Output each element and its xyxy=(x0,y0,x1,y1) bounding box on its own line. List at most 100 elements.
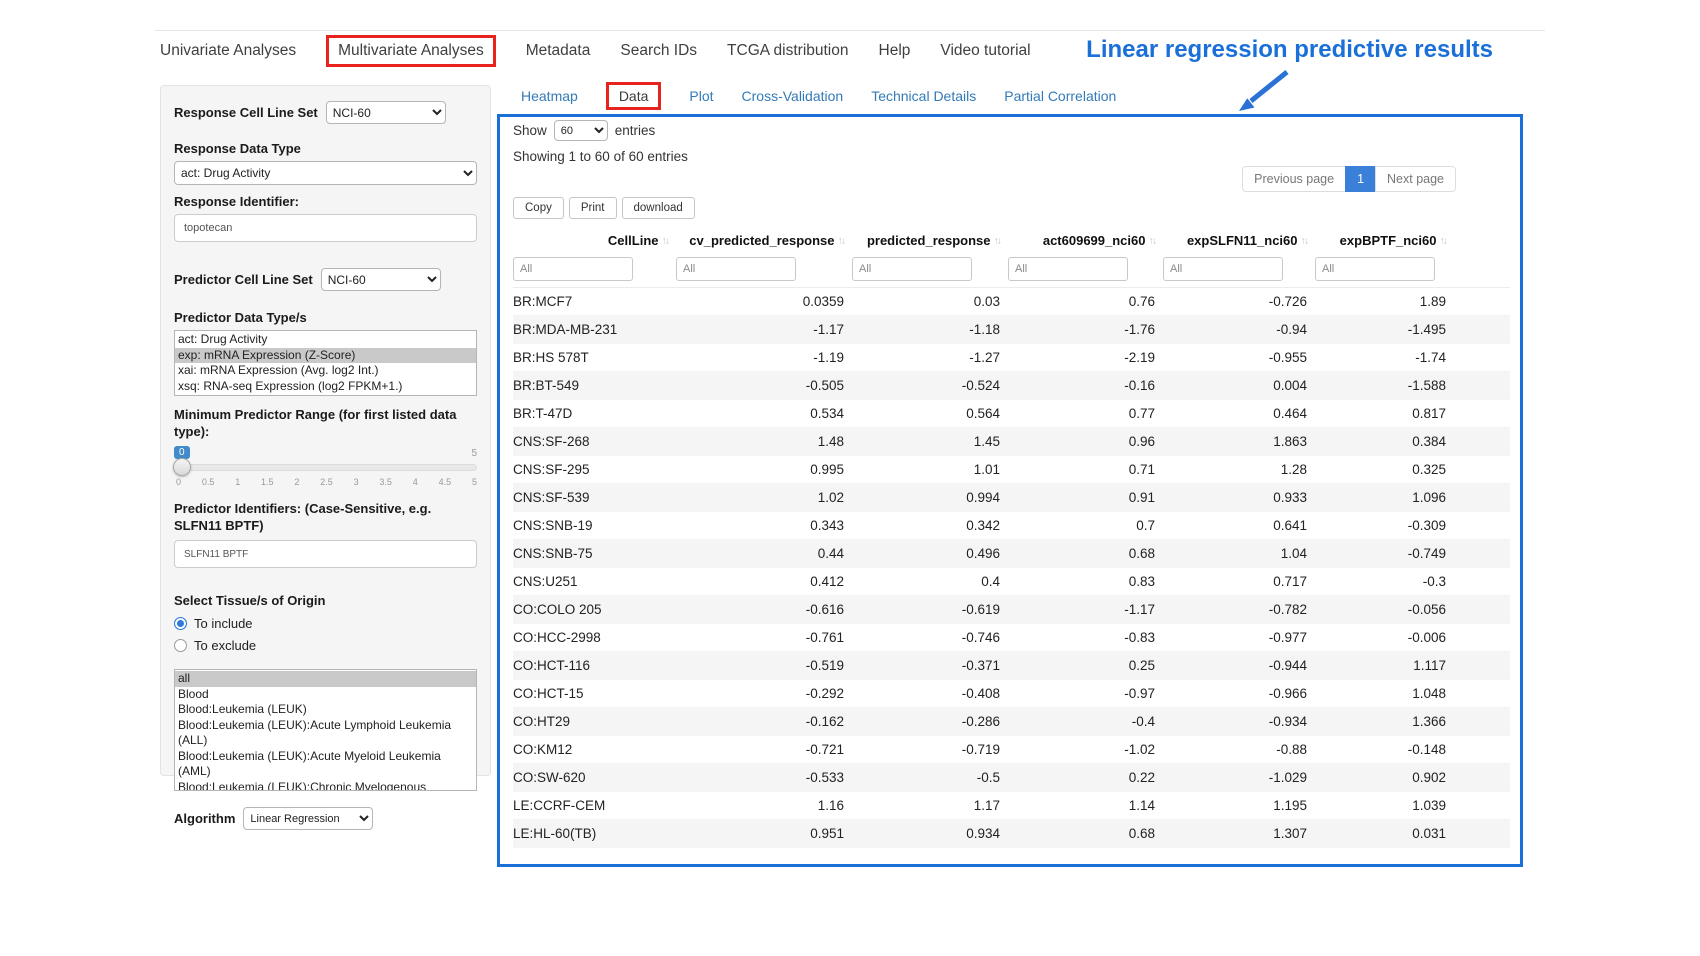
value-cell: 0.25 xyxy=(1008,652,1163,680)
sort-icon[interactable]: ↑↓ xyxy=(838,235,845,247)
column-header[interactable]: CellLine ↑↓ xyxy=(513,225,676,255)
column-label: expBPTF_nci60 xyxy=(1340,233,1437,248)
nav-item[interactable]: Metadata xyxy=(526,42,591,60)
column-header[interactable]: act609699_nci60 ↑↓ xyxy=(1008,225,1163,255)
value-cell: -0.955 xyxy=(1163,344,1315,372)
result-tab[interactable]: Technical Details xyxy=(871,88,976,104)
radio-icon[interactable] xyxy=(174,639,187,652)
nav-item[interactable]: Video tutorial xyxy=(940,42,1030,60)
entries-summary: Showing 1 to 60 of 60 entries xyxy=(513,149,1510,164)
column-filter-input[interactable] xyxy=(1163,257,1283,281)
table-row: CO:COLO 205 -0.616 -0.619 -1.17 -0.782 -… xyxy=(513,596,1510,624)
value-cell: -0.371 xyxy=(852,652,1008,680)
result-tab[interactable]: Heatmap xyxy=(521,88,578,104)
nav-item[interactable]: Search IDs xyxy=(620,42,697,60)
list-option[interactable]: all xyxy=(175,671,476,687)
value-cell: 0.994 xyxy=(852,484,1008,512)
result-tab[interactable]: Cross-Validation xyxy=(742,88,844,104)
predictor-cell-line-set-select[interactable]: NCI-60 xyxy=(321,268,441,291)
tissue-radio-option[interactable]: To include xyxy=(174,616,477,631)
current-page-button[interactable]: 1 xyxy=(1345,166,1376,192)
value-cell: 0.7 xyxy=(1008,512,1163,540)
cell-line-cell: LE:HL-60(TB) xyxy=(513,820,676,848)
slider-max-label: 5 xyxy=(471,448,477,459)
column-filter-input[interactable] xyxy=(852,257,972,281)
table-row: CNS:SF-295 0.995 1.01 0.71 1.28 0.325 xyxy=(513,456,1510,484)
response-data-type-select[interactable]: act: Drug Activity xyxy=(174,161,477,185)
response-identifier-input[interactable] xyxy=(174,214,477,242)
result-tabs: Heatmap Data Plot Cross-Validation Techn… xyxy=(521,82,1116,110)
list-option[interactable]: Blood:Leukemia (LEUK):Chronic Myelogenou… xyxy=(175,780,476,792)
value-cell: -1.02 xyxy=(1008,736,1163,764)
nav-item[interactable]: Univariate Analyses xyxy=(160,42,296,60)
export-button[interactable]: Print xyxy=(569,197,617,219)
column-header[interactable]: cv_predicted_response ↑↓ xyxy=(676,225,852,255)
algorithm-select[interactable]: Linear Regression xyxy=(243,807,373,830)
value-cell: -0.782 xyxy=(1163,596,1315,624)
tissue-radio-option[interactable]: To exclude xyxy=(174,638,477,653)
list-option[interactable]: act: Drug Activity xyxy=(175,332,476,348)
column-filter-input[interactable] xyxy=(513,257,633,281)
slider-tick-label: 0.5 xyxy=(202,477,215,487)
radio-icon[interactable] xyxy=(174,617,187,630)
column-header[interactable]: expSLFN11_nci60 ↑↓ xyxy=(1163,225,1315,255)
column-label: predicted_response xyxy=(867,233,991,248)
value-cell: 0.496 xyxy=(852,540,1008,568)
result-tab[interactable]: Plot xyxy=(689,88,713,104)
column-header[interactable]: predicted_response ↑↓ xyxy=(852,225,1008,255)
list-option[interactable]: xsq: RNA-seq Expression (log2 FPKM+1.) xyxy=(175,379,476,395)
value-cell: -0.719 xyxy=(852,736,1008,764)
export-button[interactable]: Copy xyxy=(513,197,564,219)
list-option[interactable]: Blood:Leukemia (LEUK) xyxy=(175,702,476,718)
nav-item[interactable]: Help xyxy=(879,42,911,60)
sort-icon[interactable]: ↑↓ xyxy=(662,235,669,247)
list-option[interactable]: Blood xyxy=(175,687,476,703)
list-option[interactable]: exp: mRNA Expression (Z-Score) xyxy=(175,348,476,364)
cell-line-cell: CO:SW-620 xyxy=(513,764,676,792)
value-cell: 0.44 xyxy=(676,540,852,568)
value-cell: -0.94 xyxy=(1163,316,1315,344)
nav-item[interactable]: Multivariate Analyses xyxy=(326,35,496,67)
table-row: CO:HT29 -0.162 -0.286 -0.4 -0.934 1.366 xyxy=(513,708,1510,736)
cell-line-cell: BR:BT-549 xyxy=(513,372,676,400)
slider-track[interactable] xyxy=(174,464,477,471)
response-cell-line-set-select[interactable]: NCI-60 xyxy=(326,101,446,124)
entries-count-select[interactable]: 60 xyxy=(554,120,608,141)
column-label: act609699_nci60 xyxy=(1043,233,1146,248)
value-cell: 0.0359 xyxy=(676,288,852,316)
annotation-arrow-icon xyxy=(1230,66,1296,116)
sort-icon[interactable]: ↑↓ xyxy=(1301,235,1308,247)
value-cell: -0.966 xyxy=(1163,680,1315,708)
slider-tick-label: 3.5 xyxy=(379,477,392,487)
slider-handle[interactable] xyxy=(173,458,191,476)
predictor-identifiers-input[interactable] xyxy=(174,540,477,568)
table-row: BR:T-47D 0.534 0.564 0.77 0.464 0.817 xyxy=(513,400,1510,428)
value-cell: 0.343 xyxy=(676,512,852,540)
response-cell-line-set-row: Response Cell Line Set NCI-60 xyxy=(174,101,477,124)
show-entries-prefix: Show xyxy=(513,123,547,138)
value-cell: 0.325 xyxy=(1315,456,1510,484)
cell-line-cell: BR:HS 578T xyxy=(513,344,676,372)
export-button[interactable]: download xyxy=(622,197,695,219)
min-predictor-range-slider: 0 5 0 0.5 1 1.5 2 2.5 3 3.5 4 xyxy=(174,446,477,494)
previous-page-button[interactable]: Previous page xyxy=(1242,166,1346,192)
table-header-row: CellLine ↑↓ cv_predicted_response ↑↓ xyxy=(513,225,1510,255)
value-cell: -0.4 xyxy=(1008,708,1163,736)
sort-icon[interactable]: ↑↓ xyxy=(1149,235,1156,247)
column-filter-input[interactable] xyxy=(676,257,796,281)
result-tab[interactable]: Partial Correlation xyxy=(1004,88,1116,104)
list-option[interactable]: xai: mRNA Expression (Avg. log2 Int.) xyxy=(175,363,476,379)
next-page-button[interactable]: Next page xyxy=(1375,166,1456,192)
list-option[interactable]: Blood:Leukemia (LEUK):Acute Lymphoid Leu… xyxy=(175,718,476,749)
column-header[interactable]: expBPTF_nci60 ↑↓ xyxy=(1315,225,1510,255)
nav-item[interactable]: TCGA distribution xyxy=(727,42,848,60)
column-filter-input[interactable] xyxy=(1008,257,1128,281)
result-tab[interactable]: Data xyxy=(606,82,662,110)
nav-item-label: Univariate Analyses xyxy=(160,42,296,59)
column-filter-input[interactable] xyxy=(1315,257,1435,281)
results-panel: Show 60 entries Showing 1 to 60 of 60 en… xyxy=(497,114,1523,867)
value-cell: 0.564 xyxy=(852,400,1008,428)
sort-icon[interactable]: ↑↓ xyxy=(1440,235,1447,247)
sort-icon[interactable]: ↑↓ xyxy=(994,235,1001,247)
list-option[interactable]: Blood:Leukemia (LEUK):Acute Myeloid Leuk… xyxy=(175,749,476,780)
